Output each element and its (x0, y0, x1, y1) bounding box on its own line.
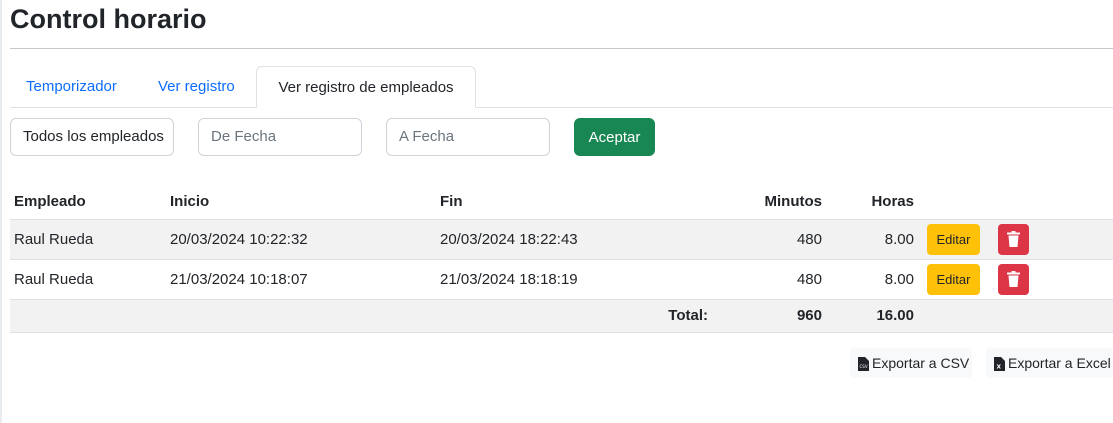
table-row: Raul Rueda 20/03/2024 10:22:32 20/03/202… (10, 218, 1113, 259)
excel-file-icon: x (994, 357, 1005, 371)
cell-empleado: Raul Rueda (10, 218, 166, 259)
csv-file-icon: CSV (858, 357, 869, 371)
cell-actions: Editar (918, 258, 1113, 299)
svg-text:CSV: CSV (860, 364, 868, 369)
cell-minutos: 480 (701, 258, 826, 299)
cell-inicio: 20/03/2024 10:22:32 (166, 218, 436, 259)
table-row: Raul Rueda 21/03/2024 10:18:07 21/03/202… (10, 258, 1113, 299)
cell-fin: 20/03/2024 18:22:43 (436, 218, 701, 259)
total-horas: 16.00 (826, 298, 918, 333)
total-minutos: 960 (701, 298, 826, 333)
from-date-input[interactable]: De Fecha (198, 118, 362, 156)
cell-minutos: 480 (701, 218, 826, 259)
cell-empleado: Raul Rueda (10, 258, 166, 299)
tab-bar: Temporizador Ver registro Ver registro d… (10, 66, 1113, 108)
header-empleado: Empleado (14, 192, 86, 210)
page-title: Control horario (10, 4, 207, 34)
edit-button[interactable]: Editar (927, 263, 980, 295)
employee-select[interactable]: Todos los empleados (10, 118, 174, 156)
export-csv-button[interactable]: CSV Exportar a CSV (850, 348, 972, 378)
header-inicio: Inicio (170, 192, 210, 210)
export-excel-button[interactable]: x Exportar a Excel (986, 348, 1113, 378)
svg-text:x: x (997, 363, 1002, 371)
cell-horas: 8.00 (826, 218, 918, 259)
delete-button[interactable] (998, 263, 1029, 295)
header-actions (918, 184, 1113, 219)
header-fin: Fin (440, 192, 463, 210)
header-horas: Horas (871, 192, 914, 210)
cell-inicio: 21/03/2024 10:18:07 (166, 258, 436, 299)
tab-ver-registro-empleados[interactable]: Ver registro de empleados (256, 66, 476, 108)
cell-actions: Editar (918, 218, 1113, 259)
tab-temporizador[interactable]: Temporizador (10, 66, 133, 108)
cell-fin: 21/03/2024 18:18:19 (436, 258, 701, 299)
left-border (0, 0, 2, 423)
records-table: Empleado Inicio Fin Minutos Horas Raul R… (10, 184, 1113, 333)
trash-icon (1007, 230, 1020, 247)
title-divider (10, 48, 1113, 49)
cell-horas: 8.00 (826, 258, 918, 299)
total-label: Total: (436, 298, 708, 333)
header-minutos: Minutos (764, 192, 823, 210)
delete-button[interactable] (998, 223, 1029, 255)
accept-button[interactable]: Aceptar (574, 118, 655, 156)
tab-ver-registro[interactable]: Ver registro (142, 66, 251, 108)
edit-button[interactable]: Editar (927, 223, 980, 255)
trash-icon (1007, 270, 1020, 287)
to-date-input[interactable]: A Fecha (386, 118, 550, 156)
total-row: Total: 960 16.00 (10, 298, 1113, 333)
table-header-row: Empleado Inicio Fin Minutos Horas (10, 184, 1113, 219)
